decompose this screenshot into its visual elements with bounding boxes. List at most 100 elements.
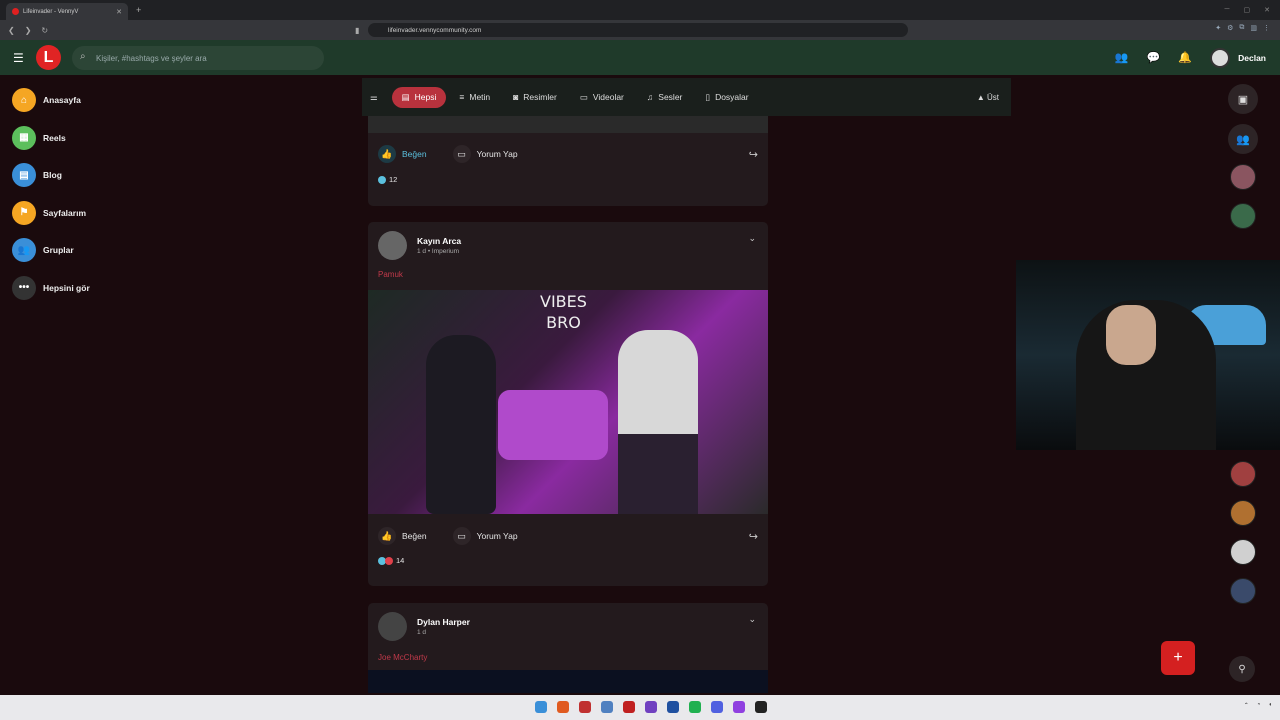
- sidebar-item-hepsini-gor[interactable]: ••• Hepsini gör: [12, 275, 212, 300]
- like-count[interactable]: 14: [378, 556, 404, 565]
- chat-icon[interactable]: ▣: [1228, 84, 1258, 114]
- filter-sesler[interactable]: ♫ Sesler: [637, 87, 692, 108]
- file-icon: ▯: [705, 91, 711, 102]
- sofa-shape: [498, 390, 608, 460]
- menu-dots-icon[interactable]: ⋮: [1263, 24, 1270, 32]
- app-icon[interactable]: [667, 701, 679, 713]
- wifi-icon[interactable]: ◔: [1257, 702, 1261, 709]
- post-card: Dylan Harper 1 d ⌄ Joe McCharty: [368, 603, 768, 693]
- browser-app-icon[interactable]: [557, 701, 569, 713]
- puzzle-icon[interactable]: ⧉: [1239, 24, 1244, 32]
- sidebar-item-blog[interactable]: ▤ Blog: [12, 163, 212, 187]
- comment-button[interactable]: ▭ Yorum Yap: [452, 145, 518, 163]
- spotify-icon[interactable]: [689, 701, 701, 713]
- contact-avatar[interactable]: [1230, 578, 1256, 604]
- app-header: ☰ L ⌕ Kişiler, #hashtags ve şeyler ara 👥…: [0, 40, 1280, 75]
- post-filter-bar: ⚌ ▤ Hepsi ≡ Metin ◙ Resimler ▭ Videolar …: [362, 78, 1011, 116]
- post-author[interactable]: Kayın Arca: [417, 236, 461, 246]
- sidebar-nav: ⌂ Anasayfa ▦ Reels ▤ Blog ⚑ Sayfalarım 👥…: [12, 88, 212, 313]
- sidebar-item-label: Reels: [43, 132, 66, 143]
- forward-icon[interactable]: ❯: [25, 26, 32, 35]
- maximize-icon[interactable]: ▢: [1244, 6, 1251, 14]
- text-icon: ≡: [459, 92, 465, 102]
- find-people-icon[interactable]: ⚲: [1229, 656, 1255, 682]
- browser-tab[interactable]: Lifeinvader - VennyV ✕: [6, 3, 128, 20]
- filter-label: Resimler: [523, 92, 557, 102]
- sidebar-item-label: Blog: [43, 170, 62, 180]
- post-image[interactable]: VIBES BRO: [368, 290, 768, 514]
- avatar: [1210, 48, 1231, 68]
- like-button[interactable]: 👍 Beğen: [378, 527, 427, 545]
- contact-avatar[interactable]: [1230, 461, 1256, 487]
- app-icon[interactable]: [645, 701, 657, 713]
- contact-avatar[interactable]: [1230, 164, 1256, 190]
- notifications-bell-icon[interactable]: 🔔: [1178, 51, 1192, 64]
- address-bar[interactable]: lifeinvader.vennycommunity.com: [368, 23, 908, 37]
- app-icon[interactable]: [755, 701, 767, 713]
- post-author[interactable]: Dylan Harper: [417, 617, 470, 627]
- post-image[interactable]: [368, 670, 768, 693]
- like-count[interactable]: 12: [378, 175, 397, 184]
- bookmark-icon[interactable]: ▮: [355, 26, 359, 35]
- app-icon[interactable]: [601, 701, 613, 713]
- filter-resimler[interactable]: ◙ Resimler: [503, 87, 567, 108]
- home-icon: ⌂: [12, 88, 36, 112]
- streamer-face-shape: [1106, 305, 1156, 365]
- reload-icon[interactable]: ↻: [41, 26, 48, 35]
- avatar[interactable]: [378, 231, 407, 260]
- lifeinvader-favicon: [12, 8, 19, 15]
- twitch-icon[interactable]: [733, 701, 745, 713]
- like-button[interactable]: 👍 Beğen: [378, 145, 427, 163]
- post-tag[interactable]: Pamuk: [378, 270, 403, 279]
- hamburger-menu-icon[interactable]: ☰: [13, 51, 24, 65]
- friends-icon[interactable]: 👥: [1115, 51, 1129, 64]
- create-post-button[interactable]: +: [1161, 641, 1195, 675]
- sidebar-icon[interactable]: ▥: [1250, 24, 1257, 32]
- user-profile-button[interactable]: Declan: [1210, 48, 1266, 68]
- new-tab-icon[interactable]: +: [136, 5, 141, 15]
- browser-tab-strip: Lifeinvader - VennyV ✕ + ─ ▢ ✕: [0, 0, 1280, 20]
- comment-button[interactable]: ▭ Yorum Yap: [452, 527, 518, 545]
- search-icon: ⌕: [80, 51, 86, 62]
- filter-metin[interactable]: ≡ Metin: [449, 87, 500, 108]
- chevron-down-icon[interactable]: ⌄: [748, 614, 756, 625]
- contact-avatar[interactable]: [1230, 203, 1256, 229]
- scroll-top-button[interactable]: ▲ Üst: [977, 93, 1011, 102]
- tray-caret-icon[interactable]: ⌃: [1244, 702, 1249, 709]
- taskbar-apps: [535, 701, 767, 713]
- post-meta: 1 d: [417, 629, 427, 636]
- filter-hepsi[interactable]: ▤ Hepsi: [391, 86, 447, 108]
- volume-icon[interactable]: ◖: [1268, 702, 1272, 709]
- group-chat-icon[interactable]: 👥: [1228, 124, 1258, 154]
- extension-icon[interactable]: ⚙: [1227, 24, 1233, 32]
- chevron-down-icon[interactable]: ⌄: [748, 233, 756, 244]
- sidebar-item-gruplar[interactable]: 👥 Gruplar: [12, 238, 212, 262]
- contact-avatar[interactable]: [1230, 500, 1256, 526]
- sidebar-item-sayfalarim[interactable]: ⚑ Sayfalarım: [12, 200, 212, 225]
- share-icon[interactable]: ↪: [749, 148, 758, 161]
- minimize-icon[interactable]: ─: [1225, 6, 1230, 14]
- filter-settings-icon[interactable]: ⚌: [370, 92, 378, 103]
- avatar[interactable]: [378, 612, 407, 641]
- app-icon[interactable]: [579, 701, 591, 713]
- lifeinvader-logo[interactable]: L: [36, 45, 61, 70]
- app-icon[interactable]: [623, 701, 635, 713]
- extension-icon[interactable]: ✦: [1215, 24, 1221, 32]
- sidebar-item-reels[interactable]: ▦ Reels: [12, 125, 212, 150]
- close-tab-icon[interactable]: ✕: [116, 8, 122, 16]
- extensions-area: ✦ ⚙ ⧉ ▥ ⋮: [1215, 24, 1270, 32]
- likes-number: 12: [389, 175, 398, 184]
- back-icon[interactable]: ❮: [8, 26, 15, 35]
- filter-dosyalar[interactable]: ▯ Dosyalar: [695, 87, 758, 108]
- filter-videolar[interactable]: ▭ Videolar: [570, 87, 634, 108]
- windows-start-icon[interactable]: [535, 701, 547, 713]
- search-input[interactable]: ⌕ Kişiler, #hashtags ve şeyler ara: [72, 46, 324, 70]
- sidebar-item-anasayfa[interactable]: ⌂ Anasayfa: [12, 88, 212, 112]
- messages-icon[interactable]: 💬: [1147, 51, 1161, 64]
- post-meta: 1 d • Imperium: [417, 248, 460, 255]
- contact-avatar[interactable]: [1230, 539, 1256, 565]
- share-icon[interactable]: ↪: [749, 530, 758, 543]
- discord-icon[interactable]: [711, 701, 723, 713]
- close-window-icon[interactable]: ✕: [1264, 6, 1270, 14]
- post-tag[interactable]: Joe McCharty: [378, 653, 427, 662]
